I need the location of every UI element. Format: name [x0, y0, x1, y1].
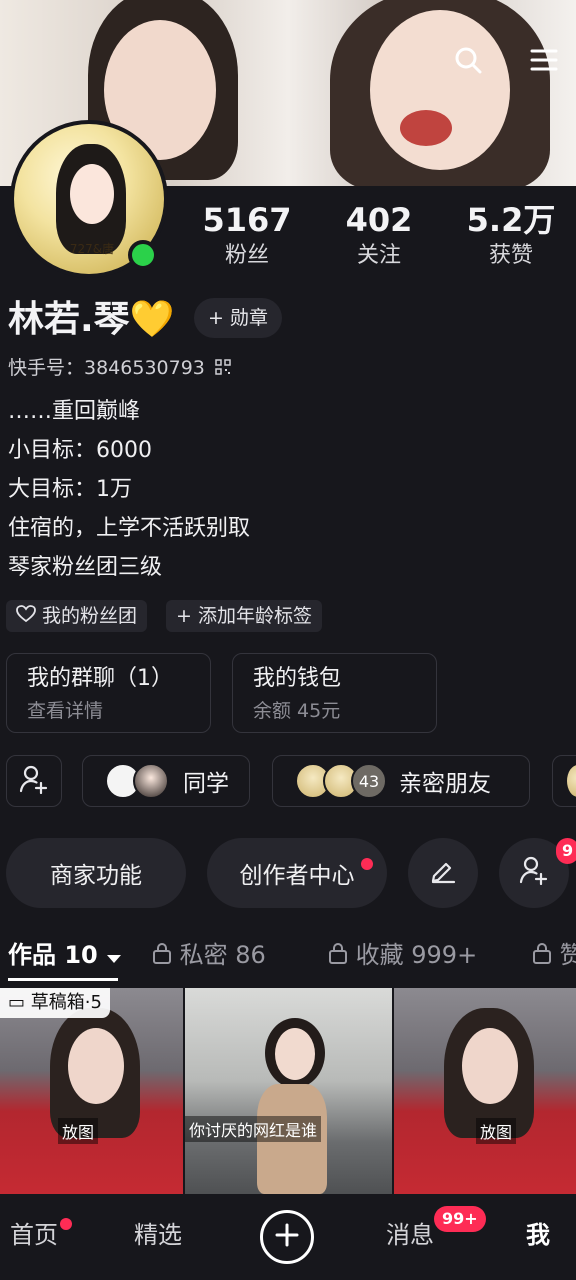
active-tab-indicator	[8, 978, 118, 981]
profile-stats: 5167 粉丝 402 关注 5.2万 获赞	[190, 200, 570, 272]
wallet-balance: 余额 45元	[253, 700, 341, 722]
tab-private[interactable]: 私密 86	[152, 938, 266, 973]
video-caption: 放图	[58, 1118, 99, 1144]
stat-value: 402	[345, 201, 413, 239]
fan-group-chip[interactable]: 我的粉丝团	[6, 600, 148, 633]
more-friends-group[interactable]	[552, 755, 576, 807]
bio-line: ……重回巅峰	[8, 399, 141, 424]
add-user-icon	[519, 855, 549, 891]
classmates-group[interactable]: 同学	[82, 755, 250, 807]
merchant-features-button[interactable]: 商家功能	[6, 838, 186, 908]
nav-home[interactable]: 首页	[10, 1218, 58, 1252]
friend-avatar	[565, 763, 576, 799]
lock-icon	[152, 939, 172, 973]
folder-icon: ▭	[8, 992, 26, 1013]
lock-icon	[328, 939, 348, 973]
qr-code-icon[interactable]	[215, 355, 231, 383]
online-status-indicator	[128, 240, 158, 270]
add-badge-button[interactable]: + 勋章	[194, 298, 282, 338]
creator-center-notification-dot	[361, 858, 373, 870]
video-caption: 你讨厌的网红是谁	[185, 1116, 322, 1142]
bio-line: 住宿的，上学不活跃别取	[8, 516, 251, 541]
banner-face-right	[370, 10, 510, 170]
tab-works[interactable]: 作品 10	[8, 938, 122, 973]
wallet-card[interactable]: 我的钱包 余额 45元	[232, 653, 437, 733]
bio-line: 大目标：1万	[8, 477, 132, 502]
group-chat-subtitle: 查看详情	[27, 700, 104, 722]
messages-badge: 99+	[434, 1206, 486, 1232]
edit-profile-button[interactable]	[408, 838, 478, 908]
stat-likes[interactable]: 5.2万 获赞	[454, 200, 568, 272]
stat-fans[interactable]: 5167 粉丝	[190, 200, 304, 272]
tab-private-label: 私密 86	[179, 941, 266, 969]
video-thumbnail[interactable]: 你讨厌的网红是谁	[185, 988, 392, 1194]
profile-bio: ……重回巅峰 小目标：6000 大目标：1万 住宿的，上学不活跃别取 琴家粉丝团…	[8, 392, 250, 587]
add-friend-button[interactable]	[6, 755, 62, 807]
close-friends-label: 亲密朋友	[399, 771, 491, 797]
stat-value: 5.2万	[466, 201, 556, 239]
friend-avatar	[133, 763, 169, 799]
add-user-icon	[19, 764, 49, 798]
nav-featured[interactable]: 精选	[134, 1218, 182, 1252]
stat-label: 获赞	[488, 243, 533, 268]
add-age-tag-chip[interactable]: + 添加年龄标签	[166, 600, 322, 632]
creator-center-label: 创作者中心	[239, 863, 355, 889]
nav-messages[interactable]: 消息	[386, 1218, 434, 1252]
close-friends-group[interactable]: 43 亲密朋友	[272, 755, 530, 807]
menu-icon[interactable]	[526, 42, 562, 78]
tab-favorites-label: 收藏 999+	[355, 941, 478, 969]
plus-icon	[275, 1223, 299, 1251]
bottom-navigation: 首页 精选 消息 99+ 我	[0, 1194, 576, 1280]
edit-pencil-icon	[429, 856, 457, 890]
search-icon[interactable]	[450, 42, 486, 78]
draft-box-label: ▭ 草稿箱·5	[0, 988, 110, 1018]
bio-line: 小目标：6000	[8, 438, 152, 463]
draft-box-thumbnail[interactable]: ▭ 草稿箱·5 放图	[0, 988, 183, 1194]
friend-count-avatar: 43	[351, 763, 387, 799]
kuaishou-id: 快手号：3846530793	[8, 354, 231, 383]
close-friends-count: 43	[358, 771, 380, 791]
stat-value: 5167	[202, 201, 292, 239]
works-grid: ▭ 草稿箱·5 放图 你讨厌的网红是谁 放图	[0, 988, 576, 1194]
bio-line: 琴家粉丝团三级	[8, 555, 163, 580]
stat-following[interactable]: 402 关注	[304, 200, 454, 272]
tab-liked[interactable]: 赞	[532, 938, 576, 973]
group-chat-card[interactable]: 我的群聊（1） 查看详情	[6, 653, 211, 733]
stat-label: 关注	[356, 243, 401, 268]
draft-box-text: 草稿箱·5	[30, 992, 102, 1013]
fan-group-label: 我的粉丝团	[42, 605, 138, 627]
lock-icon	[532, 939, 552, 973]
heart-icon	[16, 601, 36, 633]
wallet-title: 我的钱包	[253, 666, 342, 691]
tab-favorites[interactable]: 收藏 999+	[328, 938, 477, 973]
creator-center-button[interactable]: 创作者中心	[207, 838, 387, 908]
content-tabs: 作品 10 私密 86 收藏 999+ 赞	[0, 930, 576, 981]
home-notification-dot	[60, 1218, 72, 1230]
kuaishou-id-text: 快手号：3846530793	[8, 357, 205, 379]
video-caption: 放图	[476, 1118, 517, 1144]
profile-name: 林若.琴💛	[8, 299, 175, 340]
nav-me[interactable]: 我	[526, 1218, 550, 1252]
create-post-button[interactable]	[260, 1210, 314, 1264]
classmates-label: 同学	[183, 771, 229, 797]
tab-liked-label: 赞	[559, 941, 576, 969]
video-thumbnail[interactable]: 放图	[394, 988, 576, 1194]
banner-mouth	[400, 110, 452, 146]
chevron-down-icon	[106, 939, 122, 973]
follow-requests-badge: 9	[556, 838, 576, 864]
avatar-caption: 727&唐	[69, 242, 115, 256]
group-chat-title: 我的群聊（1）	[27, 666, 173, 691]
tab-works-label: 作品 10	[8, 941, 98, 969]
stat-label: 粉丝	[224, 243, 269, 268]
